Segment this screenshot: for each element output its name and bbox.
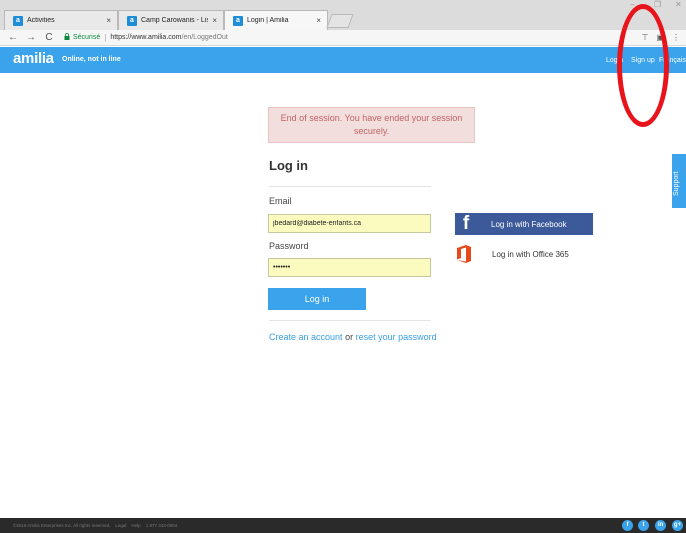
close-icon[interactable]: × (316, 16, 321, 25)
password-label: Password (269, 241, 309, 251)
session-ended-alert: End of session. You have ended your sess… (268, 107, 475, 143)
email-label: Email (269, 196, 292, 206)
office365-icon (456, 244, 472, 264)
tab-title: Activities (27, 17, 55, 24)
footer-phone: 1 877 343-0004 (145, 523, 178, 528)
create-account-link[interactable]: Create an account (269, 332, 343, 342)
browser-tab-camp[interactable]: a Camp Carowanis - List o × (118, 10, 224, 30)
amilia-favicon-icon: a (127, 15, 137, 26)
tab-title: Camp Carowanis - List o (141, 17, 208, 24)
site-header: amilia Online, not in line Login Sign up… (0, 47, 686, 73)
email-field[interactable] (268, 214, 431, 233)
account-links: Create an account or reset your password (269, 331, 439, 344)
divider (269, 320, 431, 321)
copyright-text: ©2016 Amilia Enterprises Inc. All rights… (13, 523, 111, 528)
window-close-icon[interactable]: ✕ (675, 0, 682, 9)
support-tab[interactable]: Support (672, 154, 686, 208)
footer-legal-link[interactable]: Legal (115, 523, 126, 528)
browser-tab-strip: a Activities × a Camp Carowanis - List o… (0, 0, 686, 30)
tagline: Online, not in line (62, 56, 121, 63)
url-path: /en/LoggedOut (181, 34, 228, 41)
divider (269, 186, 431, 187)
forward-arrow-icon[interactable]: → (26, 32, 36, 43)
reload-icon[interactable]: C (44, 32, 54, 43)
reset-password-link[interactable]: reset your password (356, 332, 437, 342)
restore-icon[interactable]: ❐ (654, 0, 661, 9)
facebook-social-icon[interactable]: f (622, 520, 633, 531)
facebook-login-label: Log in with Facebook (491, 219, 567, 229)
login-button[interactable]: Log in (268, 288, 366, 310)
back-arrow-icon[interactable]: ← (8, 32, 18, 43)
new-tab-button[interactable] (326, 14, 354, 28)
secure-label: Sécurisé (73, 34, 101, 41)
page-title: Log in (269, 158, 308, 173)
page-footer: ©2016 Amilia Enterprises Inc. All rights… (0, 518, 686, 533)
url-field[interactable]: https://www.amilia.com/en/LoggedOut (110, 34, 228, 41)
googleplus-social-icon[interactable]: g+ (672, 520, 683, 531)
menu-icon[interactable]: ⋮ (672, 33, 680, 42)
url-host: https://www.amilia.com (110, 34, 182, 41)
separator: | (104, 33, 107, 42)
amilia-logo[interactable]: amilia (13, 50, 54, 67)
close-icon[interactable]: × (106, 16, 111, 25)
red-annotation-ellipse (617, 4, 669, 127)
facebook-login-button[interactable]: f Log in with Facebook (455, 213, 593, 235)
browser-tab-login[interactable]: a Login | Amilia × (224, 10, 328, 30)
footer-help-link[interactable]: Help (131, 523, 140, 528)
password-field[interactable] (268, 258, 431, 277)
browser-tab-activities[interactable]: a Activities × (4, 10, 118, 30)
twitter-social-icon[interactable]: t (638, 520, 649, 531)
support-label: Support (673, 171, 680, 196)
lock-icon (64, 33, 70, 42)
facebook-icon: f (462, 213, 470, 234)
footer-text: ©2016 Amilia Enterprises Inc. All rights… (13, 523, 177, 528)
amilia-favicon-icon: a (233, 15, 243, 26)
address-bar: ← → C Sécurisé | https://www.amilia.com/… (0, 30, 686, 46)
or-text: or (345, 332, 354, 342)
close-icon[interactable]: × (212, 16, 217, 25)
office365-login-label: Log in with Office 365 (492, 249, 569, 259)
amilia-favicon-icon: a (13, 15, 23, 26)
linkedin-social-icon[interactable]: in (655, 520, 666, 531)
office365-login-button[interactable]: Log in with Office 365 (455, 243, 595, 265)
tab-title: Login | Amilia (247, 17, 289, 24)
